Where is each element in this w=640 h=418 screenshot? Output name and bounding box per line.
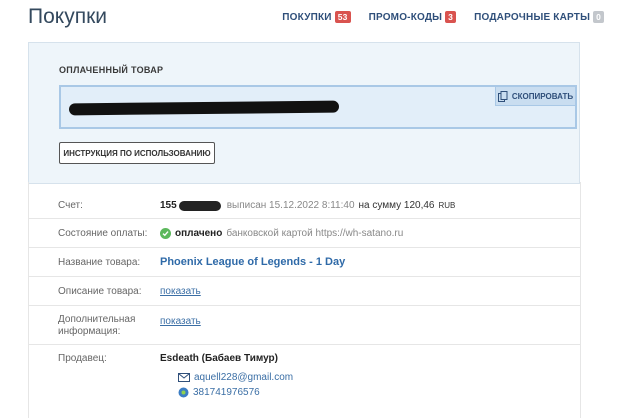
invoice-currency: RUB	[438, 201, 456, 210]
redacted-invoice-number	[178, 200, 221, 211]
payment-status: оплачено	[175, 228, 223, 239]
seller-icq-text: 381741976576	[193, 387, 260, 398]
nav-purchases-label: ПОКУПКИ	[282, 11, 332, 23]
invoice-label: Счет:	[58, 200, 83, 211]
redacted-product-code	[68, 100, 340, 116]
invoice-row: Счет: 155 выписан 15.12.2022 8:11:40 на с…	[28, 188, 580, 219]
nav-purchases[interactable]: ПОКУПКИ 53	[282, 11, 351, 23]
nav-gift-cards-count-badge: 0	[593, 11, 604, 23]
additional-info-label-line2: информация:	[58, 326, 121, 337]
invoice-value: 155 выписан 15.12.2022 8:11:40 на сумму 1…	[160, 200, 455, 211]
copy-button-label: СКОПИРОВАТЬ	[511, 91, 574, 101]
email-icon	[178, 373, 190, 382]
show-description-link[interactable]: показать	[160, 286, 201, 297]
payment-row: Состояние оплаты: оплачено банковской ка…	[28, 219, 580, 248]
seller-name: Esdeath (Бабаев Тимур)	[160, 353, 278, 364]
seller-email[interactable]: aquell228@gmail.com	[178, 372, 293, 383]
invoice-number: 155	[160, 200, 177, 211]
invoice-issued: выписан 15.12.2022 8:11:40	[226, 200, 355, 211]
nav-purchases-count-badge: 53	[334, 11, 351, 23]
nav-promo-codes-count-badge: 3	[445, 11, 457, 23]
check-icon	[160, 228, 171, 239]
seller-icq[interactable]: 381741976576	[178, 387, 260, 398]
payment-method: банковской картой https://wh-satano.ru	[226, 228, 404, 239]
product-name-link[interactable]: Phoenix League of Legends - 1 Day	[160, 256, 345, 268]
nav-promo-codes-label: ПРОМО-КОДЫ	[368, 11, 443, 23]
seller-label: Продавец:	[58, 353, 107, 364]
additional-info-label-line1: Дополнительная	[58, 314, 136, 325]
description-value: показать	[160, 286, 201, 297]
order-details: Счет: 155 выписан 15.12.2022 8:11:40 на с…	[28, 188, 580, 409]
product-name-value: Phoenix League of Legends - 1 Day	[160, 256, 345, 268]
copy-button[interactable]: СКОПИРОВАТЬ	[495, 87, 575, 106]
paid-product-title: ОПЛАЧЕННЫЙ ТОВАР	[59, 65, 164, 75]
paid-product-panel: ОПЛАЧЕННЫЙ ТОВАР СКОПИРОВАТЬ ИНСТРУКЦИЯ …	[28, 42, 580, 184]
copy-icon	[497, 90, 508, 102]
page-title: Покупки	[28, 5, 107, 28]
seller-value: Esdeath (Бабаев Тимур)	[160, 353, 278, 364]
payment-label: Состояние оплаты:	[58, 228, 148, 239]
description-row: Описание товара: показать	[28, 277, 580, 306]
payment-value: оплачено банковской картой https://wh-sa…	[160, 228, 403, 239]
nav-gift-cards[interactable]: ПОДАРОЧНЫЕ КАРТЫ 0	[474, 11, 604, 23]
icq-icon	[178, 387, 189, 398]
invoice-sum: на сумму 120,46	[358, 200, 435, 211]
seller-row: Продавец: Esdeath (Бабаев Тимур) aquell2…	[28, 345, 580, 409]
nav-promo-codes[interactable]: ПРОМО-КОДЫ 3	[369, 11, 457, 23]
description-label: Описание товара:	[58, 286, 142, 297]
nav-gift-cards-label: ПОДАРОЧНЫЕ КАРТЫ	[474, 11, 591, 23]
additional-info-value: показать	[160, 316, 201, 327]
seller-email-text: aquell228@gmail.com	[194, 372, 294, 383]
product-name-label: Название товара:	[58, 257, 141, 268]
show-additional-info-link[interactable]: показать	[160, 316, 201, 327]
instructions-button[interactable]: ИНСТРУКЦИЯ ПО ИСПОЛЬЗОВАНИЮ	[59, 142, 215, 164]
additional-info-row: Дополнительная информация: показать	[28, 306, 580, 345]
product-code-box[interactable]: СКОПИРОВАТЬ	[59, 85, 577, 129]
top-nav: ПОКУПКИ 53 ПРОМО-КОДЫ 3 ПОДАРОЧНЫЕ КАРТЫ…	[282, 11, 604, 23]
product-name-row: Название товара: Phoenix League of Legen…	[28, 248, 580, 277]
right-divider	[580, 182, 581, 418]
